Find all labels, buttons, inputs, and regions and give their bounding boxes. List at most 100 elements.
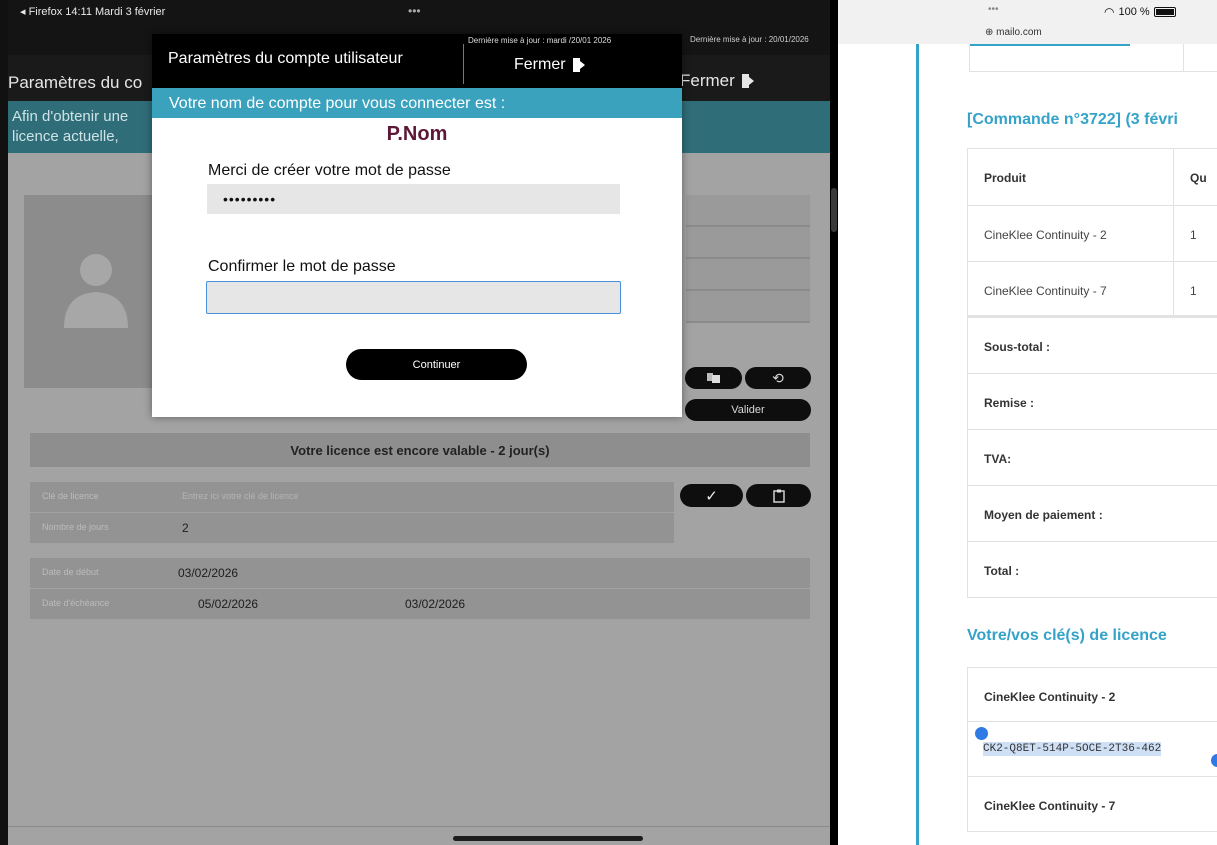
check-icon: ✓	[705, 487, 718, 505]
column-separator	[1173, 206, 1174, 261]
link-underline[interactable]	[970, 44, 1130, 46]
multitask-dots[interactable]: •••	[408, 4, 421, 18]
url-host[interactable]: ⊕ mailo.com	[985, 27, 1042, 38]
home-indicator[interactable]	[453, 836, 643, 841]
product-name: CineKlee Continuity - 7	[984, 284, 1107, 298]
info-line-2: licence actuelle,	[12, 128, 119, 145]
battery-icon	[1153, 7, 1176, 17]
account-settings-dialog: Paramètres du compte utilisateur Dernièr…	[152, 34, 682, 417]
license-product-name: CineKlee Continuity - 7	[984, 799, 1116, 813]
discount-label: Remise :	[984, 396, 1035, 410]
days-value: 2	[182, 521, 189, 535]
column-separator	[1173, 262, 1174, 315]
table-row: CineKlee Continuity - 7 1	[967, 262, 1217, 318]
column-separator	[1173, 149, 1174, 205]
qty-header: Qu	[1190, 171, 1207, 185]
validate-button[interactable]: Valider	[685, 399, 811, 421]
end-date-row: Date d'échéance 05/02/2026 03/02/2026	[30, 589, 810, 619]
app-title: Paramètres du co	[8, 73, 143, 92]
user-field[interactable]	[686, 291, 810, 323]
info-line-1: Afin d'obtenir une	[12, 108, 129, 125]
end-date-value: 05/02/2026	[198, 597, 259, 611]
split-view-divider[interactable]	[830, 0, 838, 845]
app-close-button[interactable]: Fermer	[680, 71, 755, 91]
user-fields	[686, 195, 810, 323]
days-label: Nombre de jours	[42, 522, 109, 532]
header-separator	[463, 44, 464, 84]
license-status-banner: Votre licence est encore valable - 2 jou…	[30, 433, 810, 467]
check-button[interactable]: ✓	[680, 484, 743, 507]
cell-separator	[1183, 44, 1184, 72]
order-table: Produit Qu CineKlee Continuity - 2 1 Cin…	[967, 148, 1217, 598]
product-qty: 1	[1190, 228, 1197, 242]
dialog-subtitle: Votre nom de compte pour vous connecter …	[152, 88, 682, 118]
subtotal-label: Sous-total :	[984, 340, 1050, 354]
user-field[interactable]	[686, 227, 810, 259]
product-header: Produit	[984, 171, 1026, 185]
wifi-icon: ◠	[1104, 5, 1115, 19]
copy-button[interactable]	[685, 367, 742, 389]
dialog-close-button[interactable]: Fermer	[514, 56, 586, 74]
license-key-text[interactable]: CK2-Q8ET-514P-5OCE-2T36-462	[983, 742, 1162, 756]
paste-button[interactable]	[746, 484, 811, 507]
dialog-header: Paramètres du compte utilisateur Dernièr…	[152, 34, 682, 88]
start-date-row: Date de début 03/02/2026	[30, 558, 810, 588]
vat-label: TVA:	[984, 452, 1012, 466]
dialog-close-label: Fermer	[514, 56, 566, 73]
copy-icon	[706, 373, 720, 383]
license-key-row: Clé de licence Entrez ici votre clé de l…	[30, 482, 674, 512]
license-product-row: CineKlee Continuity - 7	[967, 777, 1217, 832]
quote-bar	[916, 44, 919, 845]
user-field[interactable]	[686, 195, 810, 227]
avatar-placeholder[interactable]	[24, 195, 164, 388]
license-key-label: Clé de licence	[42, 491, 99, 501]
battery-status: ◠ 100 %	[1104, 5, 1176, 19]
status-text: ◂ Firefox 14:11 Mardi 3 février	[20, 6, 166, 18]
battery-label: 100 %	[1118, 6, 1150, 18]
table-header-row: Produit Qu	[967, 148, 1217, 206]
start-date-value: 03/02/2026	[178, 566, 239, 580]
license-key-row: CK2-Q8ET-514P-5OCE-2T36-462	[967, 722, 1217, 777]
app-close-label: Fermer	[680, 71, 735, 90]
confirm-password-field[interactable]	[206, 281, 621, 314]
user-field[interactable]	[686, 259, 810, 291]
table-row: CineKlee Continuity - 2 1	[967, 206, 1217, 262]
footer-divider	[8, 826, 830, 827]
license-key-input[interactable]: Entrez ici votre clé de licence	[182, 491, 299, 501]
license-keys-table: CineKlee Continuity - 2 CK2-Q8ET-514P-5O…	[967, 667, 1217, 832]
mail-pane: ••• ⊕ mailo.com ◠ 100 % [Commande n°3722…	[838, 0, 1217, 845]
license-product-row: CineKlee Continuity - 2	[967, 667, 1217, 722]
multitask-dots[interactable]: •••	[988, 4, 999, 15]
clipboard-icon	[772, 489, 785, 503]
vat-row: TVA:	[967, 430, 1217, 486]
continue-button[interactable]: Continuer	[346, 349, 527, 380]
exit-icon	[572, 58, 585, 72]
password-label: Merci de créer votre mot de passe	[208, 162, 451, 179]
selection-end-handle[interactable]	[1211, 754, 1217, 767]
exit-icon	[741, 74, 754, 88]
payment-method-row: Moyen de paiement :	[967, 486, 1217, 542]
dialog-update-date: Dernière mise à jour : mardi /20/01 2026	[468, 36, 612, 45]
discount-row: Remise :	[967, 374, 1217, 430]
confirm-password-label: Confirmer le mot de passe	[208, 258, 396, 275]
total-row: Total :	[967, 542, 1217, 598]
refresh-button[interactable]: ⟲	[745, 367, 811, 389]
order-title: [Commande n°3722] (3 févri	[967, 111, 1178, 128]
previous-table-fragment	[969, 44, 1217, 72]
dialog-title: Paramètres du compte utilisateur	[168, 50, 403, 67]
license-keys-title: Votre/vos clé(s) de licence	[967, 627, 1167, 644]
browser-status-bar: ••• ⊕ mailo.com ◠ 100 %	[838, 0, 1217, 44]
days-row: Nombre de jours 2	[30, 513, 674, 543]
subtotal-row: Sous-total :	[967, 318, 1217, 374]
product-name: CineKlee Continuity - 2	[984, 228, 1107, 242]
user-silhouette-icon	[64, 254, 128, 328]
update-date: Dernière mise à jour : 20/01/2026	[690, 35, 809, 44]
password-field[interactable]: •••••••••	[207, 184, 620, 214]
screen: ◂ Firefox 14:11 Mardi 3 février ••• Dern…	[0, 0, 1217, 845]
end-date-label: Date d'échéance	[42, 598, 110, 608]
account-username: P.Nom	[386, 123, 448, 145]
product-qty: 1	[1190, 284, 1197, 298]
selection-start-handle[interactable]	[975, 727, 988, 740]
split-view-handle[interactable]	[831, 188, 837, 232]
payment-method-label: Moyen de paiement :	[984, 508, 1103, 522]
